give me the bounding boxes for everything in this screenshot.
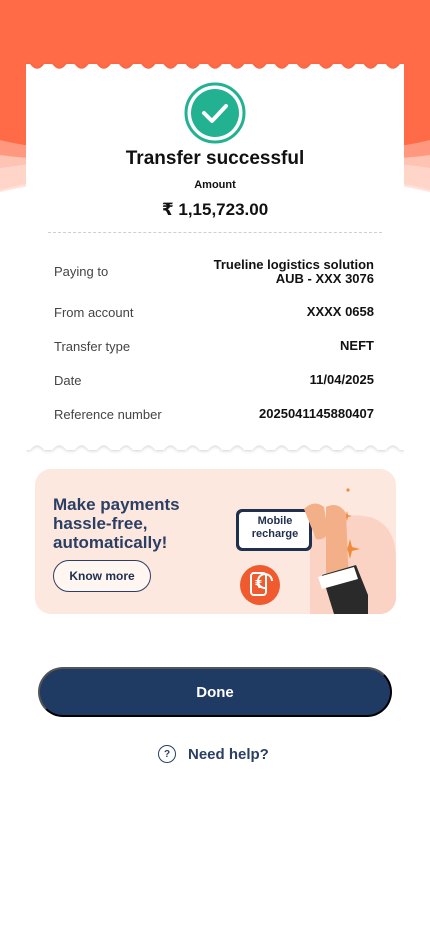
paying-to-label: Paying to: [54, 264, 109, 279]
need-help-label: Need help?: [188, 745, 269, 763]
reference-number-label: Reference number: [54, 407, 162, 422]
detail-row-reference: Reference number 2025041145880407: [54, 406, 374, 423]
amount-value: ₹ 1,15,723.00: [161, 200, 269, 219]
promo-title: Make payments hassle-free, automatically…: [53, 495, 180, 552]
amount-label: Amount: [194, 179, 236, 191]
date-value: 11/04/2025: [309, 372, 374, 387]
detail-row-transfer-type: Transfer type NEFT: [54, 338, 374, 355]
autopay-promo-banner[interactable]: Make payments hassle-free, automatically…: [35, 469, 396, 614]
from-account-value: XXXX 0658: [306, 304, 374, 319]
question-circle-icon: ?: [158, 745, 176, 763]
detail-row-from-account: From account XXXX 0658: [54, 304, 374, 321]
from-account-label: From account: [54, 305, 134, 320]
page-title: Transfer successful: [125, 148, 305, 169]
mobile-recharge-label: Mobile recharge: [251, 515, 299, 540]
divider: [48, 232, 382, 233]
done-button[interactable]: Done: [38, 667, 392, 717]
transfer-type-label: Transfer type: [54, 339, 131, 354]
need-help-link[interactable]: ? Need help?: [158, 745, 269, 763]
phone-hand-illustration: ₹: [236, 488, 396, 614]
date-label: Date: [54, 373, 82, 388]
detail-row-paying-to: Paying to Trueline logistics solution AU…: [54, 258, 374, 286]
reference-number-value: 2025041145880407: [259, 406, 374, 421]
payee-name: Trueline logistics solution: [213, 257, 374, 272]
payee-account: AUB - XXX 3076: [275, 271, 374, 286]
detail-row-date: Date 11/04/2025: [54, 372, 374, 389]
know-more-button[interactable]: Know more: [53, 560, 151, 592]
paying-to-value: Trueline logistics solution AUB - XXX 30…: [214, 258, 374, 286]
receipt-card: Transfer successful Amount ₹ 1,15,723.00…: [26, 58, 404, 456]
transfer-type-value: NEFT: [340, 338, 374, 353]
check-circle-icon: [184, 82, 246, 144]
